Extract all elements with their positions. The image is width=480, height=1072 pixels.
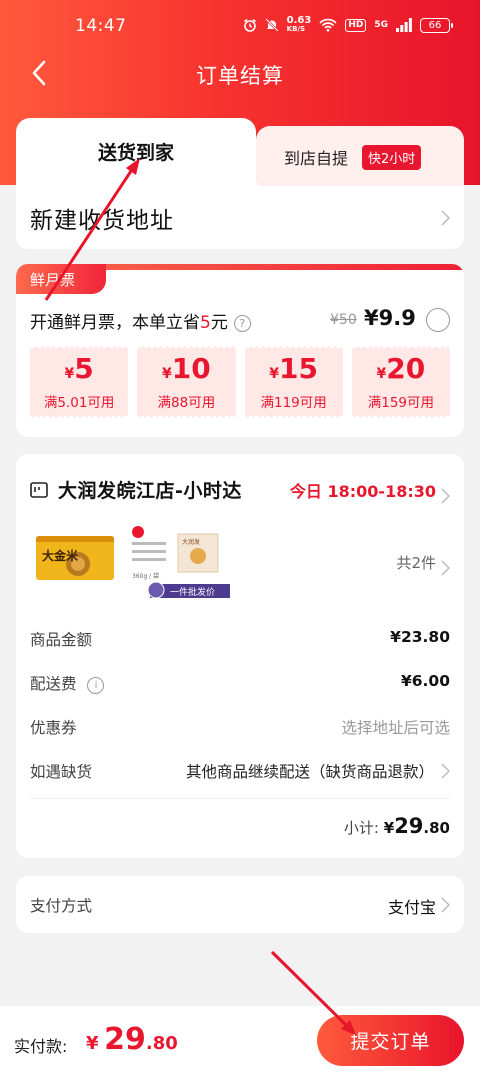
- page-title: 订单结算: [196, 64, 284, 88]
- shipping-fee-value: ¥6.00: [400, 672, 450, 690]
- signal-type: 5G: [374, 19, 388, 30]
- coupon-row-label: 优惠券: [30, 719, 77, 737]
- chevron-right-icon: [441, 896, 450, 913]
- alarm-icon: [243, 18, 256, 32]
- product-thumbnail-box[interactable]: 360g / 袋 大润发 一件批发价: [130, 524, 242, 604]
- info-icon[interactable]: i: [87, 677, 105, 694]
- new-address-row[interactable]: 新建收货地址: [16, 186, 464, 249]
- status-bar: 14:47 0.63 KB/S HD 5G 66: [0, 0, 480, 56]
- voucher-item: ¥10 满88可用: [137, 346, 236, 418]
- chevron-right-icon: [441, 209, 450, 226]
- coupon-title: 开通鲜月票，本单立省5元?: [30, 308, 251, 333]
- coupon-row-value: 选择地址后可选: [341, 719, 450, 737]
- product2-brand: 大润发: [182, 538, 200, 546]
- tab-home-delivery[interactable]: 送货到家: [16, 118, 256, 190]
- product2-weight: 360g / 袋: [132, 572, 159, 580]
- total-amount: ¥ 29.80: [86, 1022, 178, 1057]
- voucher-list: ¥5 满5.01可用 ¥10 满88可用 ¥15 满119可用 ¥20 满159…: [30, 346, 451, 418]
- nav-bar: 订单结算: [0, 52, 480, 96]
- chevron-right-icon[interactable]: [440, 488, 450, 504]
- coupon-original-price: ¥50: [330, 312, 357, 328]
- network-speed: 0.63 KB/S: [286, 15, 312, 34]
- shortage-value: 其他商品继续配送（缺货商品退款）: [185, 763, 434, 781]
- shortage-label: 如遇缺货: [30, 763, 93, 781]
- fast-badge: 快2小时: [362, 144, 422, 170]
- tab-home-label: 送货到家: [97, 141, 174, 164]
- tab-store-pickup[interactable]: 到店自提 快2小时: [256, 126, 464, 188]
- shortage-row[interactable]: 如遇缺货 其他商品继续配送（缺货商品退款）: [30, 760, 450, 782]
- shipping-fee-label: 配送费: [30, 675, 77, 693]
- signal-bars-icon: [396, 18, 412, 32]
- question-icon[interactable]: ?: [233, 315, 251, 332]
- coupon-tag: 鲜月票: [16, 264, 106, 294]
- fresh-monthly-coupon-card: 鲜月票 开通鲜月票，本单立省5元? ¥50 ¥9.9 ¥5 满5.01可用 ¥1…: [16, 264, 464, 437]
- product1-text: 大金米: [42, 548, 79, 563]
- chevron-right-icon: [441, 763, 450, 779]
- coupon-select-radio[interactable]: [426, 308, 450, 332]
- divider: [30, 798, 450, 799]
- new-address-label: 新建收货地址: [30, 207, 174, 234]
- chevron-right-icon[interactable]: [440, 560, 450, 576]
- hd-badge: HD: [345, 18, 367, 32]
- voucher-item: ¥15 满119可用: [244, 346, 344, 418]
- store-header[interactable]: 大润发皖江店-小时达: [30, 476, 242, 503]
- battery-indicator: 66: [420, 17, 453, 33]
- store-order-card: 大润发皖江店-小时达 今日 18:00-18:30 大金米 360g / 袋 大…: [16, 454, 464, 858]
- product-thumbnail-rice[interactable]: 大金米: [36, 536, 114, 580]
- status-time: 14:47: [75, 16, 127, 36]
- status-icons: 0.63 KB/S HD 5G 66: [243, 15, 453, 34]
- store-icon: [30, 481, 48, 498]
- delivery-time: 今日 18:00-18:30: [289, 482, 436, 501]
- goods-amount-row: 商品金额 ¥23.80: [30, 628, 450, 650]
- goods-amount-value: ¥23.80: [390, 628, 450, 646]
- bottom-bar: 实付款: ¥ 29.80 提交订单: [0, 1006, 480, 1072]
- subtotal: 小计: ¥29.80: [343, 814, 450, 838]
- wifi-icon: [319, 18, 337, 32]
- tab-store-label: 到店自提: [284, 149, 349, 168]
- total-label: 实付款:: [14, 1037, 68, 1056]
- store-name: 大润发皖江店-小时达: [58, 480, 242, 502]
- voucher-item: ¥5 满5.01可用: [30, 346, 129, 418]
- coupon-row[interactable]: 优惠券 选择地址后可选: [30, 716, 450, 738]
- coupon-price: ¥9.9: [364, 306, 416, 330]
- voucher-item: ¥20 满159可用: [351, 346, 451, 418]
- payment-method-row[interactable]: 支付方式 支付宝: [16, 876, 464, 933]
- submit-order-button[interactable]: 提交订单: [317, 1015, 464, 1066]
- payment-method-value: 支付宝: [387, 898, 436, 917]
- shipping-fee-row: 配送费 i ¥6.00: [30, 672, 450, 694]
- item-count[interactable]: 共2件: [396, 552, 436, 573]
- payment-method-label: 支付方式: [30, 897, 93, 915]
- mute-bell-icon: [264, 18, 279, 32]
- goods-amount-label: 商品金额: [30, 631, 93, 649]
- coupon-save-amount: 5: [200, 313, 211, 333]
- delivery-card: 到店自提 快2小时 送货到家 新建收货地址: [16, 118, 464, 249]
- product2-banner: 一件批发价: [170, 586, 215, 598]
